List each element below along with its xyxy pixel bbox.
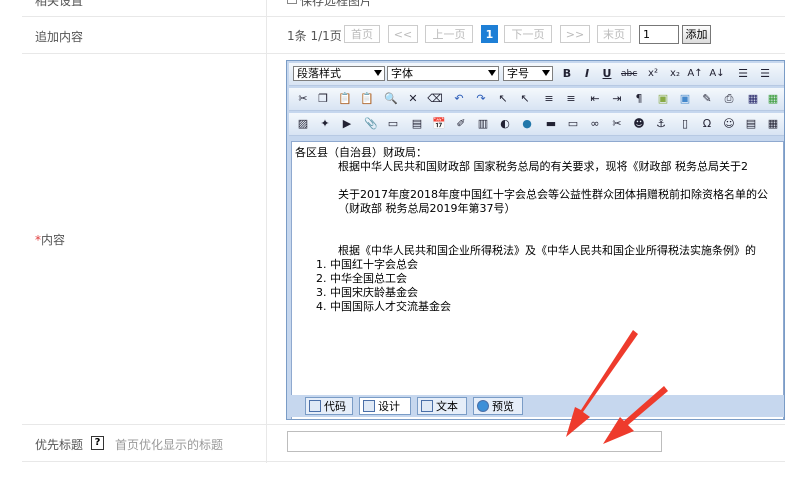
annotation-arrow — [603, 386, 668, 444]
annotation-arrows — [566, 330, 668, 444]
